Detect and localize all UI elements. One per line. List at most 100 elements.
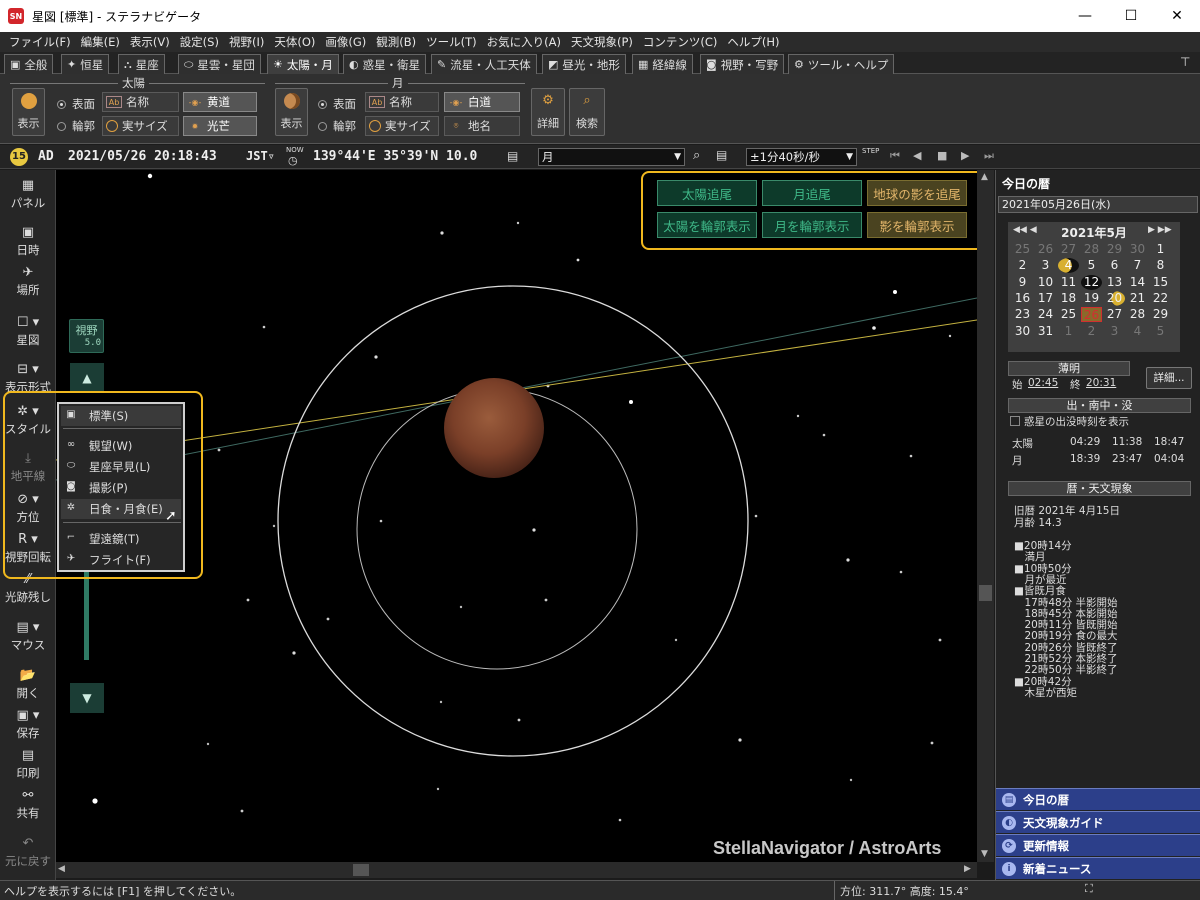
tab-meteors[interactable]: ✎ 流星・人工天体 bbox=[431, 54, 537, 74]
menu-observe[interactable]: 観測(B) bbox=[376, 34, 416, 50]
search-icon[interactable]: ⌕ bbox=[693, 148, 700, 163]
moon-outline-radio[interactable]: 輪郭 bbox=[318, 118, 356, 134]
nav-news[interactable]: i 新着ニュース bbox=[996, 857, 1200, 879]
scroll-thumb[interactable] bbox=[979, 585, 992, 601]
moon-real-size-toggle[interactable]: 実サイズ bbox=[365, 116, 439, 136]
tab-sun-moon[interactable]: ☀ 太陽・月 bbox=[267, 54, 339, 74]
calendar-day[interactable]: 9 bbox=[1012, 275, 1033, 290]
corona-toggle[interactable]: ✹ 光芒 bbox=[183, 116, 257, 136]
calendar-day[interactable]: 4 bbox=[1058, 258, 1079, 274]
calendar-day[interactable]: 29 bbox=[1104, 242, 1125, 257]
target-select[interactable]: 月 ▼ bbox=[538, 148, 685, 166]
tab-general[interactable]: ▣ 全般 bbox=[4, 54, 54, 74]
datetime-button[interactable]: ▣ 日時 bbox=[0, 225, 56, 258]
calendar-day[interactable]: 8 bbox=[1150, 258, 1171, 273]
pin-icon[interactable]: ⊤ bbox=[1180, 55, 1190, 69]
time-step-select[interactable]: ±1分40秒/秒 ▼ bbox=[746, 148, 857, 166]
menu-phenomena[interactable]: 天文現象(P) bbox=[571, 34, 633, 50]
tab-fov[interactable]: ◙ 視野・写野 bbox=[700, 54, 785, 74]
star-map-button[interactable]: ☐ ▾ 星図 bbox=[0, 315, 56, 348]
location-display[interactable]: 139°44'E 35°39'N 10.0 bbox=[313, 149, 477, 164]
calendar-day[interactable]: 27 bbox=[1104, 307, 1125, 322]
step-button[interactable]: STEP bbox=[862, 147, 879, 155]
tab-planets[interactable]: ◐ 惑星・衛星 bbox=[343, 54, 427, 74]
panel-button[interactable]: ▦ パネル bbox=[0, 178, 56, 211]
calendar-day[interactable]: 3 bbox=[1035, 258, 1056, 273]
menu-fov[interactable]: 視野(I) bbox=[229, 34, 264, 50]
calendar-day[interactable]: 6 bbox=[1104, 258, 1125, 273]
scroll-left-icon[interactable]: ◀ bbox=[58, 864, 65, 874]
calendar-day[interactable]: 27 bbox=[1058, 242, 1079, 257]
calendar-day[interactable]: 29 bbox=[1150, 307, 1171, 322]
timezone-selector[interactable]: JST▿ bbox=[246, 149, 275, 163]
menu-contents[interactable]: コンテンツ(C) bbox=[643, 34, 718, 50]
zoom-in-button[interactable]: ▲ bbox=[70, 363, 104, 393]
sun-show-button[interactable]: 表示 bbox=[12, 88, 45, 136]
datetime-display[interactable]: 2021/05/26 20:18:43 bbox=[68, 149, 217, 164]
save-button[interactable]: ▣ ▾ 保存 bbox=[0, 708, 56, 741]
nav-today-calendar[interactable]: ▤ 今日の暦 bbox=[996, 788, 1200, 810]
horizontal-scrollbar[interactable]: ◀ ▶ bbox=[56, 862, 977, 878]
open-button[interactable]: 📂 開く bbox=[0, 668, 56, 701]
maximize-button[interactable]: ☐ bbox=[1108, 0, 1154, 32]
calendar-day[interactable]: 1 bbox=[1150, 242, 1171, 257]
calendar-day[interactable]: 4 bbox=[1127, 324, 1148, 339]
sun-real-size-toggle[interactable]: 実サイズ bbox=[102, 116, 179, 136]
moon-name-toggle[interactable]: Ab 名称 bbox=[365, 92, 439, 112]
calendar-day[interactable]: 28 bbox=[1127, 307, 1148, 322]
scroll-up-icon[interactable]: ▲ bbox=[981, 172, 988, 182]
calendar-next-icon[interactable]: ▶ ▶▶ bbox=[1148, 225, 1172, 235]
minimize-button[interactable]: — bbox=[1062, 0, 1108, 32]
calendar-day[interactable]: 23 bbox=[1012, 307, 1033, 322]
menu-settings[interactable]: 設定(S) bbox=[180, 34, 219, 50]
calendar-day[interactable]: 20 bbox=[1104, 290, 1125, 306]
list-icon[interactable]: ▤ bbox=[716, 148, 727, 162]
close-button[interactable]: ✕ bbox=[1154, 0, 1200, 32]
ecliptic-toggle[interactable]: -◉- 黄道 bbox=[183, 92, 257, 112]
scroll-down-icon[interactable]: ▼ bbox=[981, 849, 988, 859]
calendar-day[interactable]: 25 bbox=[1012, 242, 1033, 257]
calendar-day[interactable]: 14 bbox=[1127, 275, 1148, 290]
tab-nebulae[interactable]: ⬭ 星雲・星団 bbox=[178, 54, 261, 74]
keyboard-icon[interactable]: ▤ bbox=[507, 149, 518, 163]
calendar-day[interactable]: 10 bbox=[1035, 275, 1056, 290]
calendar-day[interactable]: 16 bbox=[1012, 291, 1033, 306]
menu-file[interactable]: ファイル(F) bbox=[9, 34, 71, 50]
moon-show-button[interactable]: 表示 bbox=[275, 88, 308, 136]
twilight-detail-button[interactable]: 詳細... bbox=[1146, 367, 1192, 389]
tab-constellations[interactable]: ⛬ 星座 bbox=[118, 54, 165, 74]
skip-forward-icon[interactable]: ⏭ bbox=[984, 149, 994, 163]
planet-rise-checkbox[interactable] bbox=[1010, 416, 1020, 426]
tab-daylight[interactable]: ◩ 昼光・地形 bbox=[542, 54, 626, 74]
scroll-right-icon[interactable]: ▶ bbox=[964, 864, 971, 874]
calendar-day[interactable]: 26 bbox=[1035, 242, 1056, 257]
calendar-day[interactable]: 12 bbox=[1081, 274, 1102, 290]
calendar-day[interactable]: 30 bbox=[1012, 324, 1033, 339]
tab-stars[interactable]: ✦ 恒星 bbox=[61, 54, 110, 74]
calendar-day[interactable]: 25 bbox=[1058, 307, 1079, 322]
calendar-day[interactable]: 13 bbox=[1104, 275, 1125, 290]
menu-favorites[interactable]: お気に入り(A) bbox=[487, 34, 561, 50]
mouse-button[interactable]: ▤ ▾ マウス bbox=[0, 620, 56, 653]
calendar-day[interactable]: 11 bbox=[1058, 275, 1079, 290]
calendar-day[interactable]: 15 bbox=[1150, 275, 1171, 290]
zoom-out-button[interactable]: ▼ bbox=[70, 683, 104, 713]
calendar-day[interactable]: 31 bbox=[1035, 324, 1056, 339]
tab-grid[interactable]: ▦ 経緯線 bbox=[632, 54, 693, 74]
menu-image[interactable]: 画像(G) bbox=[325, 34, 366, 50]
nav-phenomena-guide[interactable]: ◐ 天文現象ガイド bbox=[996, 811, 1200, 833]
sun-name-toggle[interactable]: Ab 名称 bbox=[102, 92, 179, 112]
calendar-day[interactable]: 30 bbox=[1127, 242, 1148, 257]
calendar-day[interactable]: 2 bbox=[1081, 324, 1102, 339]
calendar-day[interactable]: 22 bbox=[1150, 291, 1171, 306]
place-name-toggle[interactable]: ⌾ 地名 bbox=[444, 116, 520, 136]
menu-edit[interactable]: 編集(E) bbox=[81, 34, 120, 50]
calendar-day[interactable]: 5 bbox=[1081, 258, 1102, 273]
calendar-day[interactable]: 21 bbox=[1127, 291, 1148, 306]
tab-tools-help[interactable]: ⚙ ツール・ヘルプ bbox=[788, 54, 895, 74]
menu-objects[interactable]: 天体(O) bbox=[274, 34, 315, 50]
stop-icon[interactable]: ■ bbox=[937, 149, 947, 162]
nav-updates[interactable]: ⟳ 更新情報 bbox=[996, 834, 1200, 856]
calendar-day[interactable]: 1 bbox=[1058, 324, 1079, 339]
vertical-scrollbar[interactable]: ▲ ▼ bbox=[977, 170, 994, 862]
